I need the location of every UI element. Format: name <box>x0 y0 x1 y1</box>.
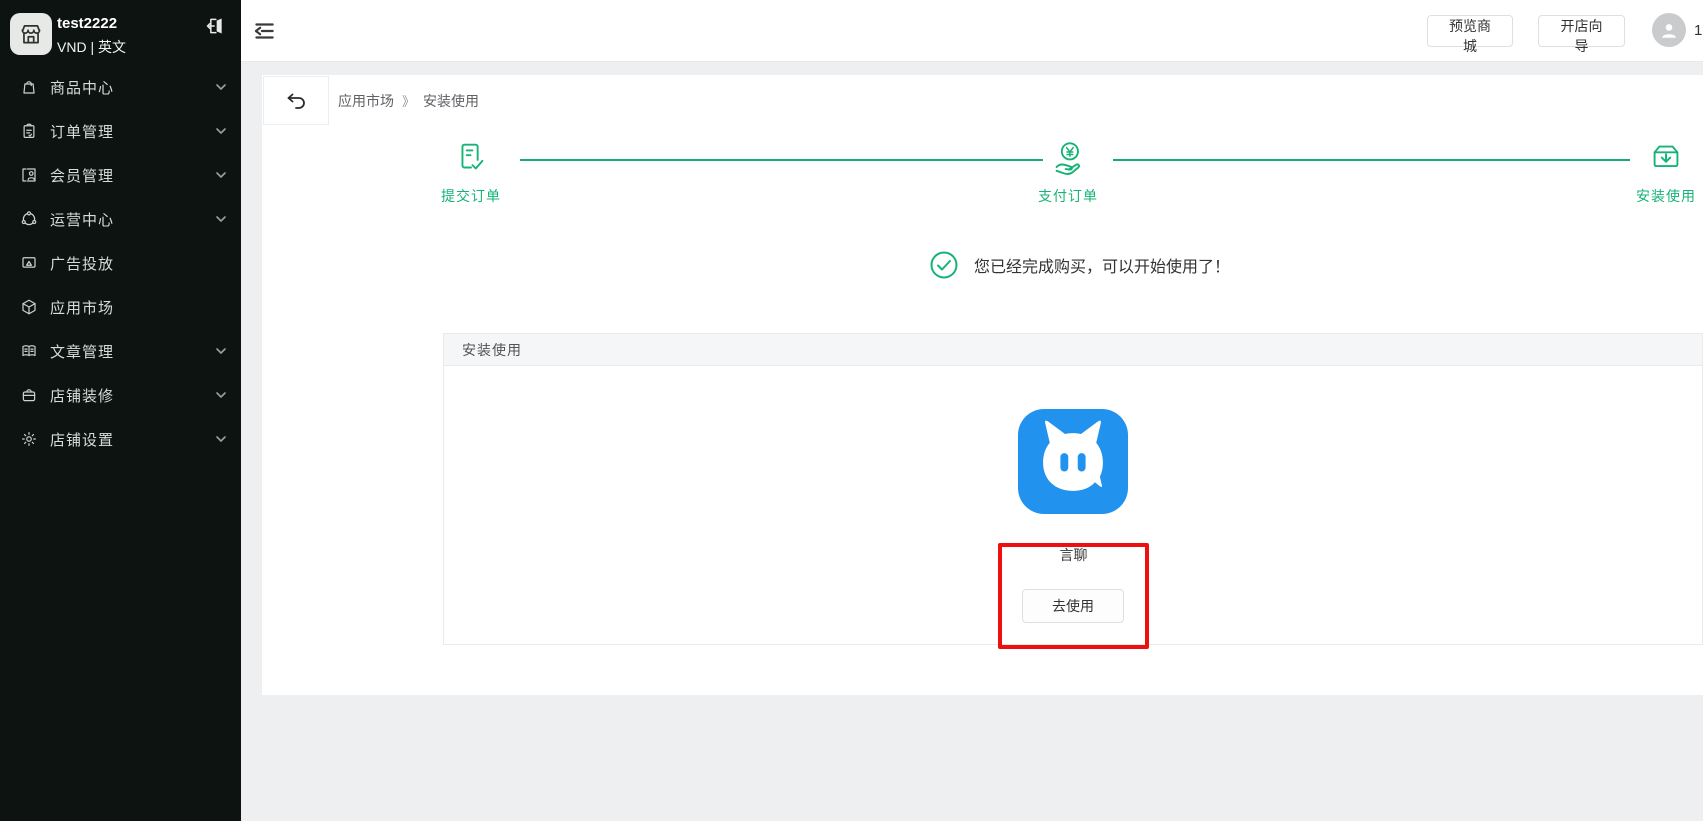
preview-mall-button[interactable]: 预览商城 <box>1427 15 1513 47</box>
store-name: test2222 <box>57 15 117 32</box>
step-submit-order: 提交订单 <box>411 139 531 206</box>
install-panel: 安装使用 言聊 去使用 <box>443 333 1703 645</box>
shop-settings-icon <box>20 430 38 448</box>
store-currency-language: VND | 英文 <box>57 37 126 57</box>
storefront-icon <box>18 21 44 47</box>
sidebar-item-shop-settings[interactable]: 店铺设置 <box>0 417 241 461</box>
step-pay-order: 支付订单 <box>1008 139 1128 206</box>
chevron-down-icon <box>215 345 227 357</box>
step-connector <box>1113 159 1630 161</box>
back-arrow-icon <box>284 89 308 113</box>
members-icon <box>20 166 38 184</box>
operations-icon <box>20 210 38 228</box>
avatar[interactable] <box>1652 13 1686 47</box>
goods-icon <box>20 78 38 96</box>
sidebar-item-label: 运营中心 <box>50 209 215 230</box>
collapse-sidebar-icon[interactable] <box>251 18 277 44</box>
step-install-use: 安装使用 <box>1606 139 1703 206</box>
content-card: 应用市场 》 安装使用 提交订单 <box>262 75 1703 695</box>
chevron-down-icon <box>215 389 227 401</box>
panel-title: 安装使用 <box>444 334 1702 366</box>
shop-design-icon <box>20 386 38 404</box>
main-content: 应用市场 》 安装使用 提交订单 <box>241 62 1703 821</box>
sidebar-item-label: 订单管理 <box>50 121 215 142</box>
sidebar-item-order-management[interactable]: 订单管理 <box>0 109 241 153</box>
orders-icon <box>20 122 38 140</box>
sidebar-item-shop-decoration[interactable]: 店铺装修 <box>0 373 241 417</box>
panel-body: 言聊 去使用 <box>444 366 1702 644</box>
ads-icon <box>20 254 38 272</box>
breadcrumb-separator: 》 <box>402 91 415 110</box>
sidebar-item-goods-center[interactable]: 商品中心 <box>0 65 241 109</box>
sidebar-header: test2222 VND | 英文 <box>0 0 241 72</box>
sidebar-item-label: 应用市场 <box>50 297 227 318</box>
chevron-down-icon <box>215 433 227 445</box>
app-market-icon <box>20 298 38 316</box>
sidebar-item-ad-placement[interactable]: 广告投放 <box>0 241 241 285</box>
app-name: 言聊 <box>998 545 1149 565</box>
chevron-down-icon <box>215 169 227 181</box>
account-phone: 18 <box>1694 22 1703 39</box>
sidebar-item-label: 文章管理 <box>50 341 215 362</box>
sidebar-item-label: 会员管理 <box>50 165 215 186</box>
sidebar: test2222 VND | 英文 商品中心 订单管理 <box>0 0 241 821</box>
back-button[interactable] <box>263 76 329 125</box>
sidebar-item-label: 店铺设置 <box>50 429 215 450</box>
user-icon <box>1658 19 1680 41</box>
pay-order-icon <box>1049 139 1087 177</box>
chevron-down-icon <box>215 125 227 137</box>
step-label: 提交订单 <box>411 186 531 206</box>
breadcrumb-app-market[interactable]: 应用市场 <box>338 91 394 111</box>
topbar: 预览商城 开店向导 18 <box>241 0 1703 62</box>
sidebar-item-label: 广告投放 <box>50 253 227 274</box>
articles-icon <box>20 342 38 360</box>
chevron-down-icon <box>215 213 227 225</box>
sidebar-item-article-management[interactable]: 文章管理 <box>0 329 241 373</box>
logout-icon[interactable] <box>205 16 225 36</box>
sidebar-item-app-market[interactable]: 应用市场 <box>0 285 241 329</box>
success-message: 您已经完成购买，可以开始使用了！ <box>974 253 1230 277</box>
step-connector <box>520 159 1043 161</box>
breadcrumb-current: 安装使用 <box>423 91 479 111</box>
open-shop-wizard-button[interactable]: 开店向导 <box>1538 15 1625 47</box>
install-use-icon <box>1647 139 1685 177</box>
go-use-button[interactable]: 去使用 <box>1022 589 1124 623</box>
chevron-down-icon <box>215 81 227 93</box>
app-icon-cat[interactable] <box>1018 409 1128 514</box>
sidebar-item-member-management[interactable]: 会员管理 <box>0 153 241 197</box>
step-label: 安装使用 <box>1606 186 1703 206</box>
purchase-success-row: 您已经完成购买，可以开始使用了！ <box>930 251 1230 279</box>
submit-order-icon <box>452 139 490 177</box>
store-logo <box>10 13 52 55</box>
sidebar-item-label: 店铺装修 <box>50 385 215 406</box>
sidebar-item-label: 商品中心 <box>50 77 215 98</box>
success-check-icon <box>930 251 958 279</box>
breadcrumb: 应用市场 》 安装使用 <box>338 75 479 126</box>
sidebar-item-operations-center[interactable]: 运营中心 <box>0 197 241 241</box>
sidebar-nav: 商品中心 订单管理 会员管理 运营中心 <box>0 65 241 461</box>
step-label: 支付订单 <box>1008 186 1128 206</box>
